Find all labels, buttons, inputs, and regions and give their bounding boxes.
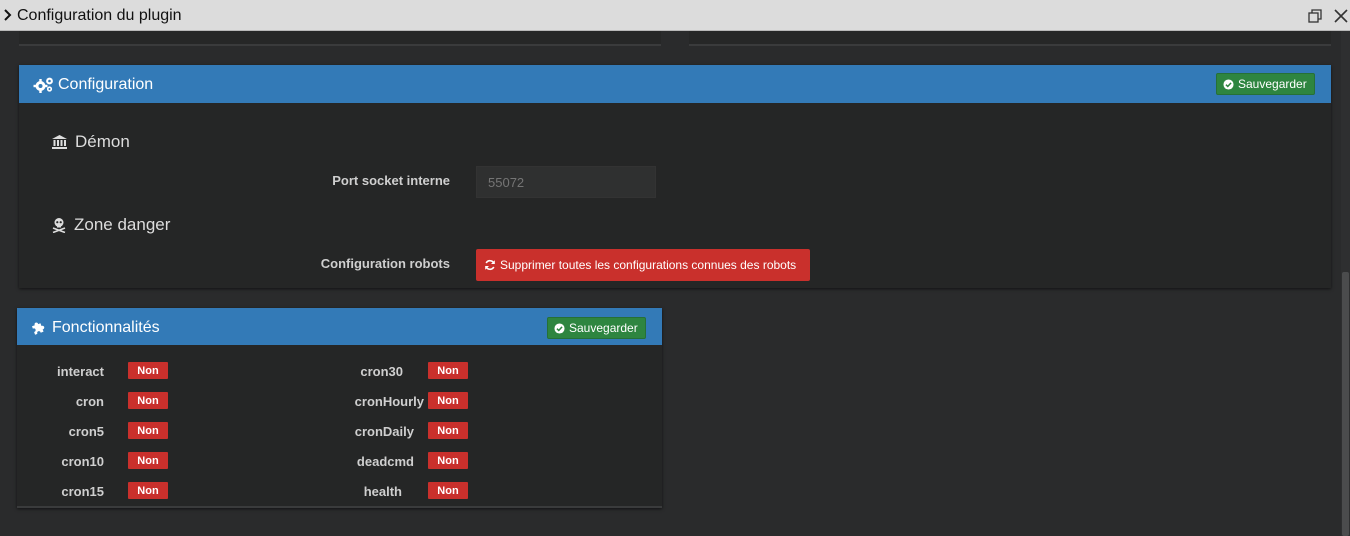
window-title: Configuration du plugin [17,7,182,24]
previous-panel-right [689,31,1331,46]
features-panel: Fonctionnalités Sauvegarder interact Non… [17,308,662,508]
port-socket-input[interactable] [476,166,656,198]
close-icon[interactable] [1334,9,1348,23]
feature-status-crondaily: Non [428,422,468,439]
configuration-panel-header: Configuration Sauvegarder [19,65,1331,103]
feature-label-cron30: cron30 [360,364,403,379]
scrollbar-thumb[interactable] [1342,272,1349,536]
check-circle-icon [554,322,565,334]
feature-label-health: health [363,484,402,499]
feature-label-cron15: cron15 [61,484,104,499]
window-titlebar: Configuration du plugin [0,0,1350,31]
previous-panel-left [19,31,661,46]
features-panel-title: Fonctionnalités [52,319,160,336]
chevron-right-icon[interactable] [2,8,14,22]
bank-icon [52,135,67,149]
feature-status-cron10: Non [128,452,168,469]
save-button[interactable]: Sauvegarder [1216,73,1315,95]
feature-status-cronhourly: Non [428,392,468,409]
feature-label-cron10: cron10 [61,454,104,469]
danger-zone-section-label: Zone danger [74,215,171,234]
check-circle-icon [1223,78,1234,90]
demon-section-label: Démon [75,132,130,151]
delete-robots-config-button[interactable]: Supprimer toutes les configurations conn… [476,249,810,281]
refresh-icon [485,259,495,271]
save-button-label: Sauvegarder [569,321,638,335]
gears-icon [33,77,53,93]
save-button-features[interactable]: Sauvegarder [547,317,646,339]
feature-label-deadcmd: deadcmd [356,454,414,469]
port-socket-label: Port socket interne [332,173,450,188]
feature-label-crondaily: cronDaily [354,424,414,439]
feature-status-cron30: Non [428,362,468,379]
feature-status-health: Non [428,482,468,499]
features-panel-header: Fonctionnalités Sauvegarder [17,308,662,345]
skull-crossbones-icon [52,218,66,233]
configuration-panel: Configuration Sauvegarder Démon Port soc… [19,65,1331,288]
delete-robots-config-label: Supprimer toutes les configurations conn… [500,258,797,272]
puzzle-icon [31,322,45,335]
feature-status-cron5: Non [128,422,168,439]
configuration-robots-label: Configuration robots [320,256,450,271]
demon-section-title: Démon [51,132,130,152]
feature-label-cron: cron [75,394,104,409]
save-button-label: Sauvegarder [1238,77,1307,91]
danger-zone-section-title: Zone danger [51,215,170,235]
feature-label-cronhourly: cronHourly [354,394,424,409]
feature-label-interact: interact [57,364,104,379]
feature-status-interact: Non [128,362,168,379]
maximize-icon[interactable] [1308,9,1322,23]
feature-label-cron5: cron5 [68,424,104,439]
feature-status-deadcmd: Non [428,452,468,469]
feature-status-cron15: Non [128,482,168,499]
feature-status-cron: Non [128,392,168,409]
configuration-panel-title: Configuration [58,76,154,93]
